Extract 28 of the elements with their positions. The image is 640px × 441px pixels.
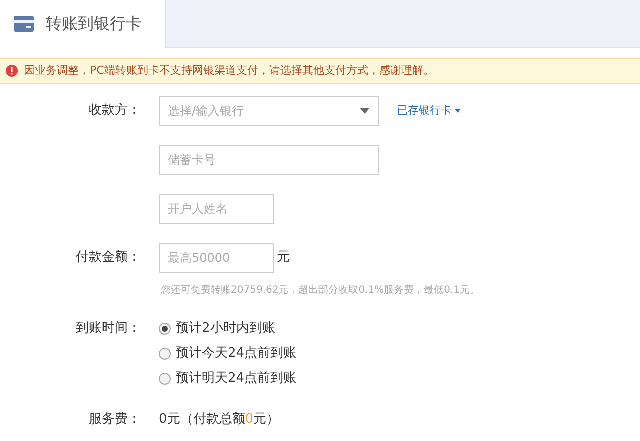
account-name-field[interactable]: 开户人姓名	[159, 194, 274, 224]
radio-button[interactable]	[159, 323, 171, 335]
arrival-option[interactable]: 预计今天24点前到账	[159, 343, 297, 365]
total-amount: 0	[245, 411, 254, 429]
currency-unit: 元	[277, 249, 290, 268]
field-label: 收款方：	[88, 102, 142, 120]
free-quota-hint: 您还可免费转账20759.62元，超出部分收取0.1%服务费，最低0.1元。	[161, 284, 482, 298]
bank-card-icon	[14, 16, 34, 32]
radio-button[interactable]	[159, 373, 171, 385]
arrival-option[interactable]: 预计2小时内到账	[159, 318, 297, 340]
fee-value: 0元	[159, 411, 180, 429]
field-label: 付款金额：	[75, 249, 142, 268]
arrival-option[interactable]: 预计明天24点前到账	[159, 368, 297, 390]
total-unit: 元）	[254, 411, 280, 429]
saved-cards-link[interactable]: 已存银行卡	[397, 102, 461, 120]
error-icon	[6, 65, 18, 77]
caret-icon	[455, 109, 461, 113]
bank-select[interactable]: 选择/输入银行	[159, 96, 379, 126]
field-label: 到账时间：	[75, 320, 142, 338]
notice-text: 因业务调整，PC端转账到卡不支持网银渠道支付，请选择其他支付方式，感谢理解。	[24, 62, 434, 79]
dropdown-arrow-icon	[360, 108, 370, 114]
bank-input[interactable]: 选择/输入银行	[168, 102, 328, 120]
radio-button[interactable]	[159, 348, 171, 360]
field-label: 服务费：	[88, 411, 142, 429]
tab[interactable]: 转账到银行卡	[0, 0, 166, 48]
total-label: （付款总额	[180, 411, 246, 429]
amount-field[interactable]: 最高50000	[159, 243, 274, 273]
card-number-field[interactable]: 储蓄卡号	[159, 145, 379, 175]
